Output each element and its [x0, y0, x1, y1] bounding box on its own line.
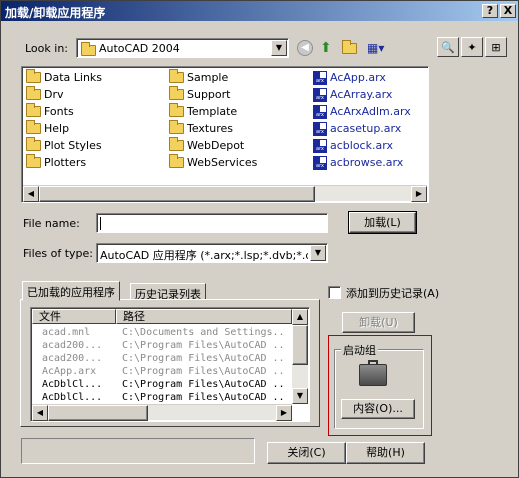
loaded-apps-table[interactable]: 文件 路径 acad.mnl C:\Documents and Settings.…: [30, 307, 310, 422]
list-item[interactable]: Plot Styles: [26, 137, 102, 154]
view-menu-icon[interactable]: ▦▾: [367, 40, 391, 57]
folder-icon: [26, 69, 41, 83]
tab-panel: 文件 路径 acad.mnl C:\Documents and Settings.…: [20, 299, 320, 427]
list-item[interactable]: Help: [26, 120, 102, 137]
close-title-button[interactable]: X: [500, 4, 516, 18]
table-header: 文件 路径: [32, 309, 292, 324]
arx-file-icon: [313, 121, 327, 136]
file-column-3: AcApp.arx AcArray.arx AcArxAdlm.arx acas…: [313, 69, 411, 171]
filename-label: File name:: [23, 217, 80, 230]
list-item[interactable]: acblock.arx: [313, 137, 411, 154]
folder-icon: [169, 120, 184, 134]
table-row[interactable]: AcApp.arx C:\Program Files\AutoCAD ...: [32, 365, 292, 378]
close-button[interactable]: 关闭(C): [267, 442, 346, 464]
arx-file-icon: [313, 104, 327, 119]
list-item[interactable]: WebDepot: [169, 137, 257, 154]
column-header-path[interactable]: 路径: [116, 309, 292, 324]
file-list[interactable]: Data Links Drv Fonts Help Plot Styles Pl…: [21, 66, 429, 203]
scroll-right-icon[interactable]: ▶: [411, 186, 427, 202]
list-item[interactable]: Fonts: [26, 103, 102, 120]
title-bar[interactable]: 加载/卸载应用程序 ? X: [1, 1, 518, 21]
list-item[interactable]: Data Links: [26, 69, 102, 86]
startup-group-label: 启动组: [341, 342, 378, 358]
folder-icon: [26, 154, 41, 168]
folder-icon: [26, 103, 41, 117]
folder-icon: [26, 137, 41, 151]
column-header-file[interactable]: 文件: [32, 309, 116, 324]
list-item[interactable]: AcArxAdlm.arx: [313, 103, 411, 120]
list-item[interactable]: Template: [169, 103, 257, 120]
folder-icon: [26, 120, 41, 134]
scroll-down-icon[interactable]: ▼: [292, 388, 308, 404]
scroll-left-icon[interactable]: ◀: [23, 186, 39, 202]
list-item[interactable]: acbrowse.arx: [313, 154, 411, 171]
status-field: [21, 438, 255, 464]
add-history-checkbox[interactable]: [328, 286, 341, 299]
help-button[interactable]: 帮助(H): [346, 442, 425, 464]
folder-icon: [169, 86, 184, 100]
filetype-label: Files of type:: [23, 247, 94, 260]
scroll-up-icon[interactable]: ▲: [292, 309, 308, 325]
folder-icon: [169, 154, 184, 168]
vertical-scrollbar[interactable]: ▲ ▼: [292, 309, 308, 404]
list-item[interactable]: WebServices: [169, 154, 257, 171]
new-folder-icon[interactable]: [342, 39, 357, 54]
list-item[interactable]: Textures: [169, 120, 257, 137]
folder-icon: [26, 86, 41, 100]
scroll-thumb[interactable]: [48, 405, 148, 421]
add-history-label: 添加到历史记录(A): [346, 287, 440, 300]
list-item[interactable]: AcArray.arx: [313, 86, 411, 103]
filename-input[interactable]: [96, 213, 328, 233]
table-row[interactable]: acad200... C:\Program Files\AutoCAD ...: [32, 352, 292, 365]
arx-file-icon: [313, 138, 327, 153]
chevron-down-icon[interactable]: ▼: [310, 245, 326, 261]
search-icon[interactable]: 🔍: [437, 37, 459, 57]
scroll-left-icon[interactable]: ◀: [32, 405, 48, 421]
folder-icon: [169, 137, 184, 151]
filetype-select[interactable]: AutoCAD 应用程序 (*.arx;*.lsp;*.dvb;*.dbx;*.…: [96, 243, 328, 263]
contents-button[interactable]: 内容(O)...: [341, 399, 415, 419]
file-column-1: Data Links Drv Fonts Help Plot Styles Pl…: [26, 69, 102, 171]
scroll-right-icon[interactable]: ▶: [276, 405, 292, 421]
briefcase-icon: [359, 360, 387, 386]
table-row[interactable]: AcDblCl... C:\Program Files\AutoCAD ...: [32, 391, 292, 404]
text-caret: [100, 217, 101, 230]
tab-loaded-apps[interactable]: 已加载的应用程序: [22, 281, 120, 301]
table-row[interactable]: AcDblCl... C:\Program Files\AutoCAD ...: [32, 378, 292, 391]
back-icon[interactable]: ◀: [297, 40, 313, 56]
table-row[interactable]: acad200... C:\Program Files\AutoCAD ...: [32, 339, 292, 352]
load-button[interactable]: 加载(L): [348, 211, 417, 234]
file-column-2: Sample Support Template Textures WebDepo…: [169, 69, 257, 171]
table-row[interactable]: acad.mnl C:\Documents and Settings...: [32, 326, 292, 339]
arx-file-icon: [313, 155, 327, 170]
lookin-combo[interactable]: AutoCAD 2004 ▼: [76, 38, 289, 58]
list-item[interactable]: Sample: [169, 69, 257, 86]
unload-button[interactable]: 卸载(U): [342, 312, 415, 333]
folder-icon: [169, 69, 184, 83]
tab-history-list[interactable]: 历史记录列表: [130, 283, 206, 301]
list-item[interactable]: Support: [169, 86, 257, 103]
load-unload-dialog: 加载/卸载应用程序 ? X Look in: AutoCAD 2004 ▼ ◀ …: [0, 0, 519, 478]
arx-file-icon: [313, 70, 327, 85]
list-item[interactable]: AcApp.arx: [313, 69, 411, 86]
up-folder-icon[interactable]: ⬆: [320, 40, 332, 56]
scroll-thumb[interactable]: [39, 186, 315, 202]
find-file-icon[interactable]: ✦: [461, 37, 483, 57]
lookin-value: AutoCAD 2004: [99, 42, 180, 55]
horizontal-scrollbar[interactable]: ◀ ▶: [23, 185, 427, 202]
horizontal-scrollbar[interactable]: ◀ ▶: [32, 404, 292, 421]
scroll-thumb[interactable]: [292, 325, 308, 365]
list-item[interactable]: acasetup.arx: [313, 120, 411, 137]
list-item[interactable]: Drv: [26, 86, 102, 103]
list-item[interactable]: Plotters: [26, 154, 102, 171]
table-body: acad.mnl C:\Documents and Settings... aca…: [32, 326, 292, 404]
window-title: 加载/卸载应用程序: [5, 6, 106, 20]
folder-icon: [81, 41, 96, 56]
options-icon[interactable]: ⊞: [485, 37, 507, 57]
chevron-down-icon[interactable]: ▼: [271, 40, 287, 56]
arx-file-icon: [313, 87, 327, 102]
help-title-button[interactable]: ?: [482, 4, 498, 18]
folder-icon: [169, 103, 184, 117]
lookin-label: Look in:: [25, 42, 68, 55]
